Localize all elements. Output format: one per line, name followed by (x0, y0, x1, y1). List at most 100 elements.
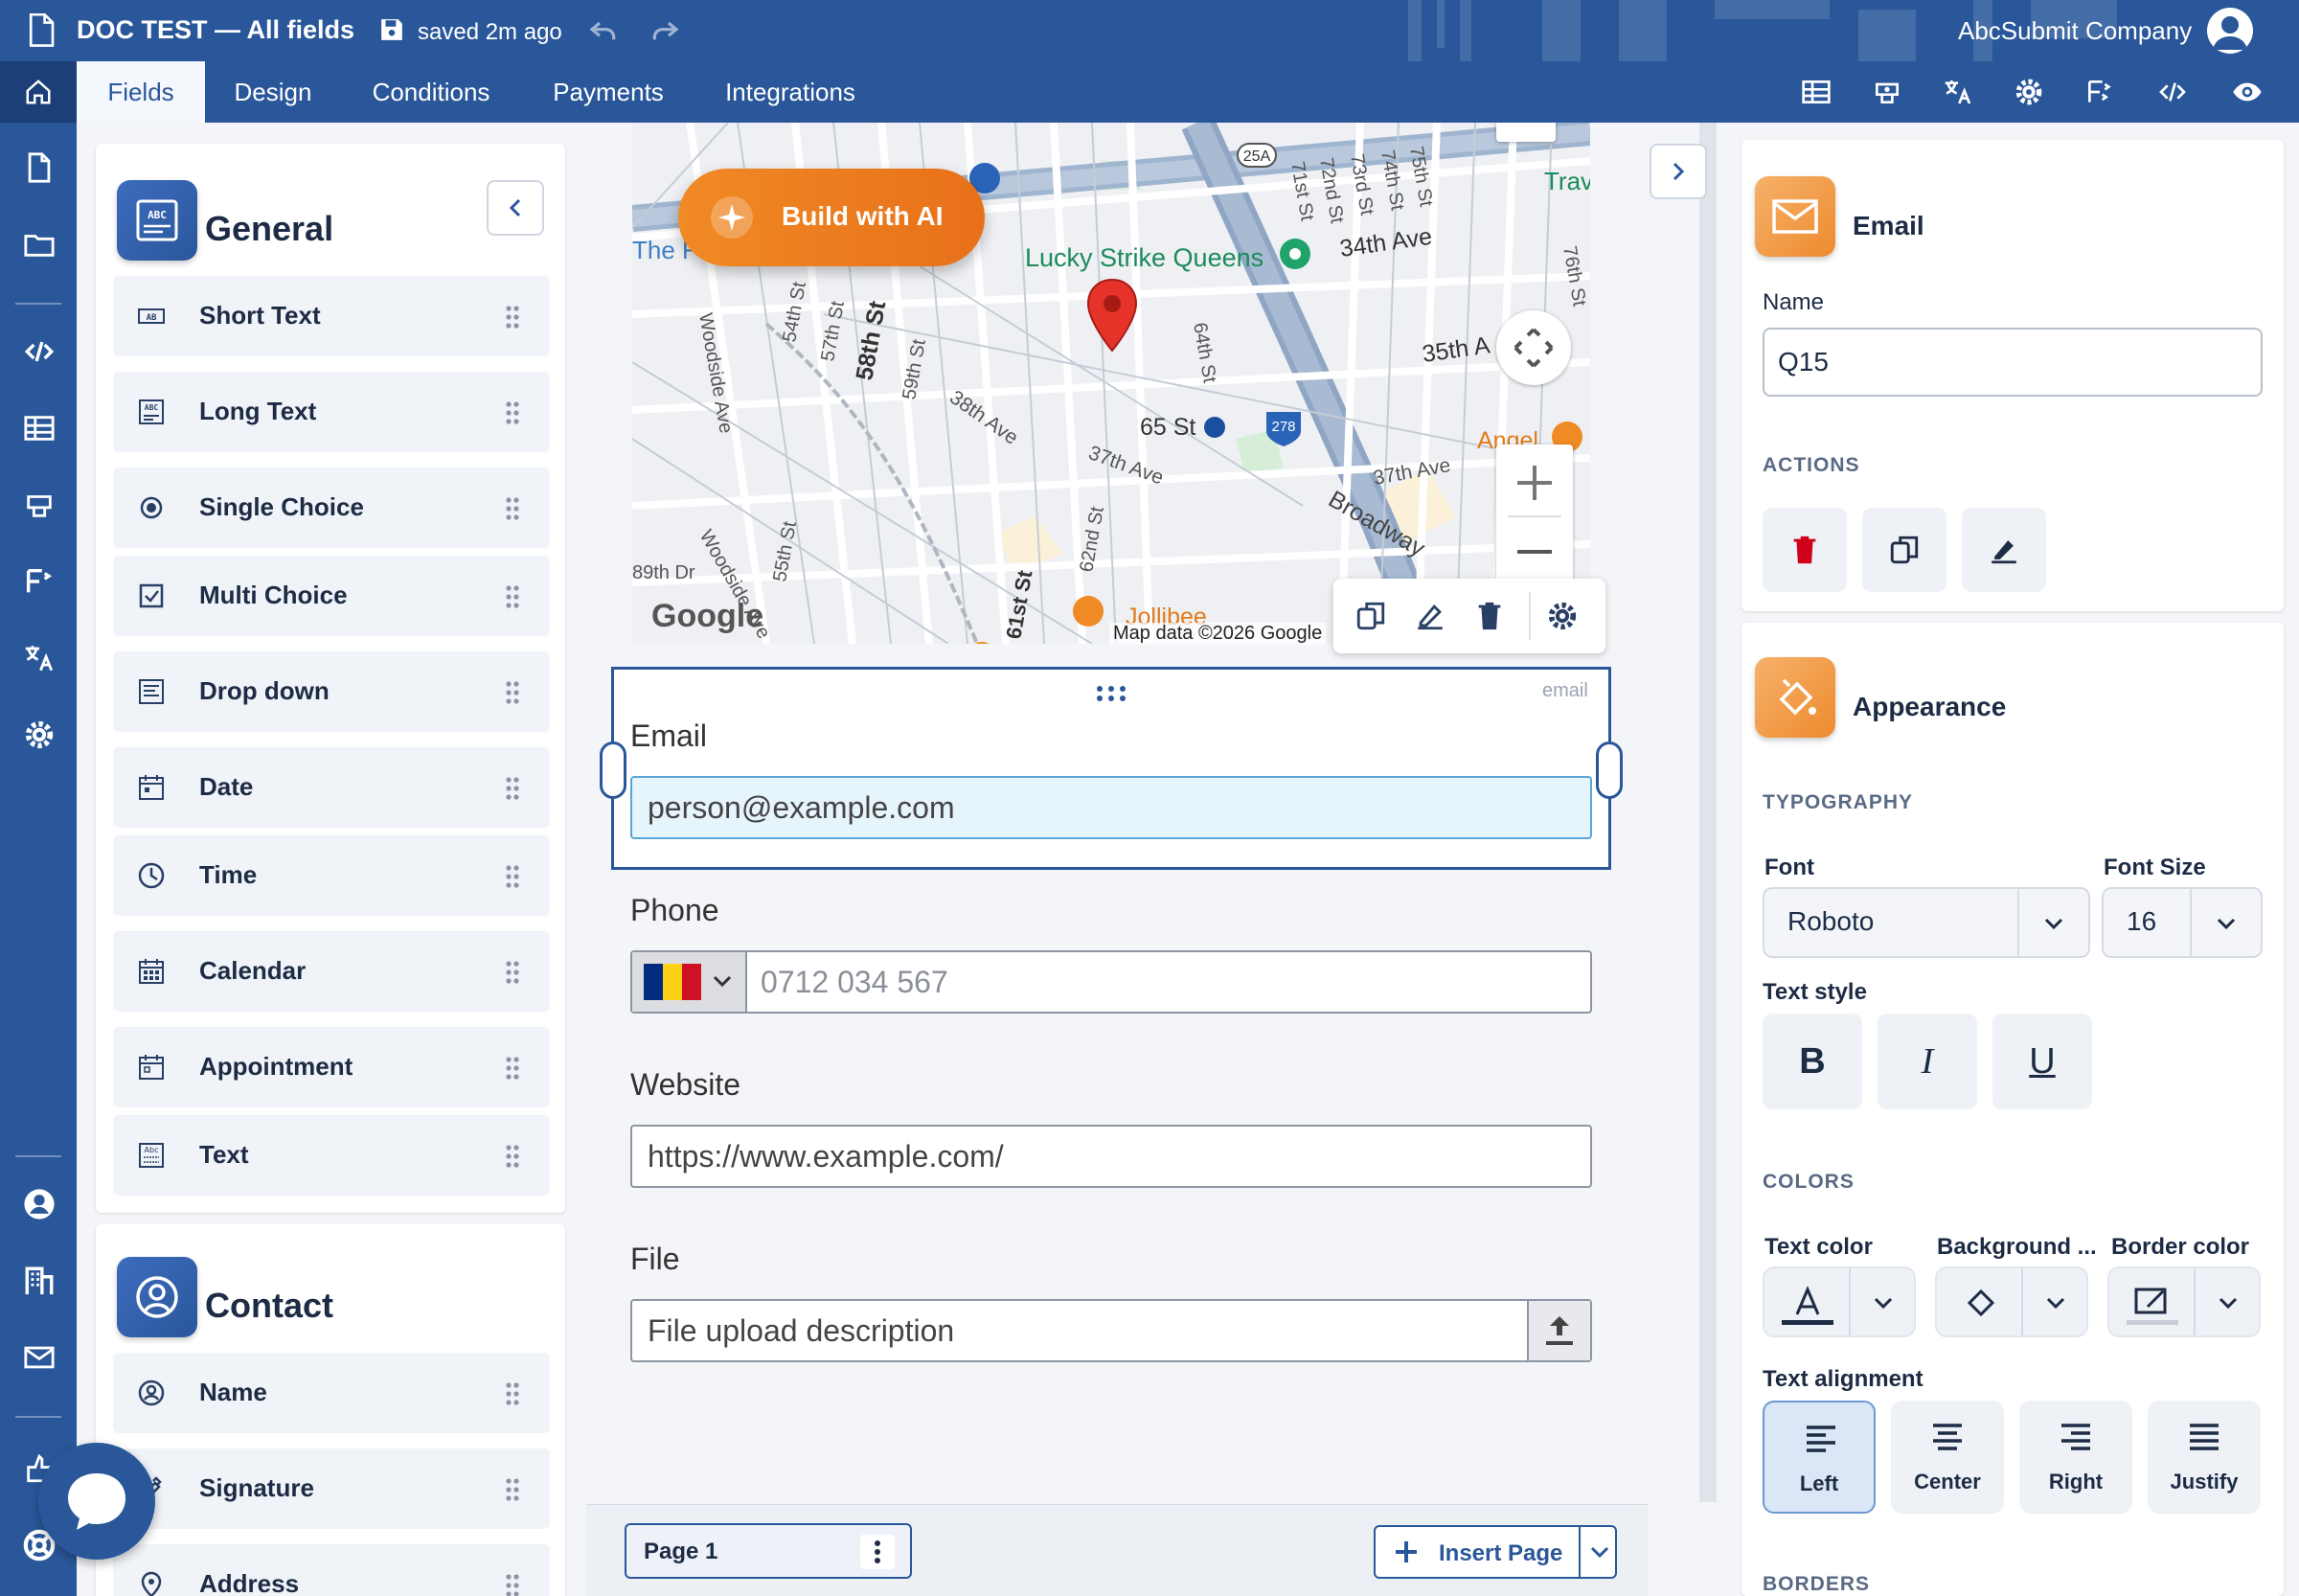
drag-handle-icon[interactable] (504, 1381, 521, 1406)
bold-button[interactable]: B (1763, 1014, 1862, 1109)
map-fullscreen-button[interactable] (1496, 123, 1556, 142)
email-input[interactable]: person@example.com (630, 776, 1592, 839)
expand-panel-button[interactable] (1650, 144, 1707, 199)
fill-color-icon (1954, 1288, 2006, 1325)
palette-item-label: Short Text (199, 301, 321, 330)
translate-icon[interactable] (1943, 77, 1973, 107)
document-title[interactable]: DOC TEST — All fields (77, 15, 354, 45)
undo-icon[interactable] (588, 15, 619, 46)
duplicate-field-button[interactable] (1862, 508, 1946, 592)
tab-fields[interactable]: Fields (77, 61, 205, 123)
align-justify-button[interactable]: Justify (2148, 1401, 2261, 1514)
phone-input[interactable]: 0712 034 567 (630, 950, 1592, 1014)
flow-icon[interactable] (2084, 77, 2115, 107)
delete-field-button[interactable] (1763, 508, 1847, 592)
palette-icon[interactable] (23, 489, 56, 521)
underline-button[interactable]: U (1992, 1014, 2092, 1109)
building-icon[interactable] (23, 1265, 56, 1297)
settings-icon[interactable] (23, 718, 56, 751)
palette-item-date[interactable]: Date (113, 747, 550, 828)
palette-icon[interactable] (1872, 77, 1902, 107)
drag-handle-icon[interactable] (504, 1477, 521, 1502)
page-tab-1[interactable]: Page 1 (625, 1523, 912, 1579)
settings-icon[interactable] (2014, 77, 2044, 107)
flow-icon[interactable] (23, 565, 56, 598)
palette-item-name[interactable]: Name (113, 1353, 550, 1433)
user-icon[interactable] (23, 1188, 56, 1220)
drag-handle-icon[interactable] (504, 400, 521, 425)
background-color-picker[interactable] (1935, 1266, 2088, 1337)
palette-item-single-choice[interactable]: Single Choice (113, 467, 550, 548)
border-color-picker[interactable] (2107, 1266, 2261, 1337)
align-center-button[interactable]: Center (1891, 1401, 2004, 1514)
drag-handle-icon[interactable] (504, 496, 521, 521)
palette-item-multi-choice[interactable]: Multi Choice (113, 556, 550, 636)
canvas-scrollbar[interactable] (1699, 123, 1717, 1502)
text-color-picker[interactable] (1763, 1266, 1916, 1337)
code-icon[interactable] (23, 335, 56, 368)
table-icon[interactable] (1801, 77, 1832, 107)
folder-icon[interactable] (23, 228, 56, 261)
resize-handle-right[interactable] (1596, 741, 1623, 799)
palette-item-long-text[interactable]: ABC Long Text (113, 372, 550, 452)
drag-handle-icon[interactable] (504, 1573, 521, 1596)
insert-page-dropdown[interactable] (1579, 1527, 1617, 1577)
insert-page-button[interactable]: Insert Page (1374, 1525, 1617, 1579)
palette-item-text[interactable]: Abc Text (113, 1115, 550, 1196)
home-button[interactable] (0, 61, 77, 123)
align-right-button[interactable]: Right (2019, 1401, 2132, 1514)
palette-item-calendar[interactable]: Calendar (113, 931, 550, 1012)
palette-item-time[interactable]: Time (113, 835, 550, 916)
settings-icon[interactable] (1546, 600, 1579, 632)
drag-handle-icon[interactable] (504, 864, 521, 889)
palette-item-drop-down[interactable]: Drop down (113, 651, 550, 732)
drag-handle-icon[interactable] (504, 584, 521, 609)
country-selector[interactable] (632, 952, 747, 1012)
palette-item-signature[interactable]: Signature (113, 1448, 550, 1529)
name-input[interactable]: Q15 (1763, 328, 2263, 397)
map-pin-icon[interactable] (1084, 278, 1140, 354)
page-options-button[interactable] (860, 1535, 895, 1569)
user-avatar[interactable] (2207, 8, 2253, 54)
table-icon[interactable] (23, 412, 56, 445)
file-input[interactable]: File upload description (630, 1299, 1592, 1362)
mail-icon[interactable] (23, 1341, 56, 1374)
tab-conditions[interactable]: Conditions (354, 61, 508, 123)
drag-handle-icon[interactable] (504, 1056, 521, 1081)
collapse-palette-button[interactable] (487, 180, 544, 236)
drag-handle-icon[interactable] (504, 776, 521, 801)
chat-support-button[interactable] (38, 1443, 155, 1560)
drag-handle-icon[interactable] (504, 305, 521, 330)
palette-item-address[interactable]: Address (113, 1544, 550, 1596)
resize-handle-left[interactable] (600, 741, 626, 799)
preview-icon[interactable] (2232, 77, 2263, 107)
align-left-button[interactable]: Left (1763, 1401, 1876, 1514)
code-icon[interactable] (2157, 77, 2188, 107)
build-with-ai-button[interactable]: Build with AI (678, 169, 985, 266)
location-icon (141, 1571, 162, 1596)
drag-handle-icon[interactable] (504, 1144, 521, 1169)
clear-field-button[interactable] (1962, 508, 2046, 592)
italic-button[interactable]: I (1878, 1014, 1977, 1109)
company-name[interactable]: AbcSubmit Company (1958, 16, 2192, 46)
zoom-in-icon[interactable] (1517, 466, 1552, 500)
trash-icon[interactable] (1473, 600, 1506, 632)
tab-integrations[interactable]: Integrations (709, 61, 872, 123)
duplicate-icon[interactable] (1354, 600, 1387, 632)
upload-button[interactable] (1527, 1301, 1590, 1360)
document-icon[interactable] (23, 151, 56, 184)
font-select[interactable]: Roboto (1763, 887, 2090, 958)
tab-payments[interactable]: Payments (536, 61, 680, 123)
map-recenter-button[interactable] (1496, 310, 1571, 385)
drag-handle-icon[interactable] (1094, 684, 1128, 703)
translate-icon[interactable] (23, 642, 56, 674)
website-input[interactable]: https://www.example.com/ (630, 1125, 1592, 1188)
font-size-select[interactable]: 16 (2102, 887, 2263, 958)
palette-item-appointment[interactable]: Appointment (113, 1027, 550, 1107)
redo-icon[interactable] (649, 15, 680, 46)
drag-handle-icon[interactable] (504, 680, 521, 705)
drag-handle-icon[interactable] (504, 960, 521, 985)
eraser-icon[interactable] (1414, 600, 1446, 632)
tab-design[interactable]: Design (213, 61, 333, 123)
palette-item-short-text[interactable]: AB Short Text (113, 276, 550, 356)
